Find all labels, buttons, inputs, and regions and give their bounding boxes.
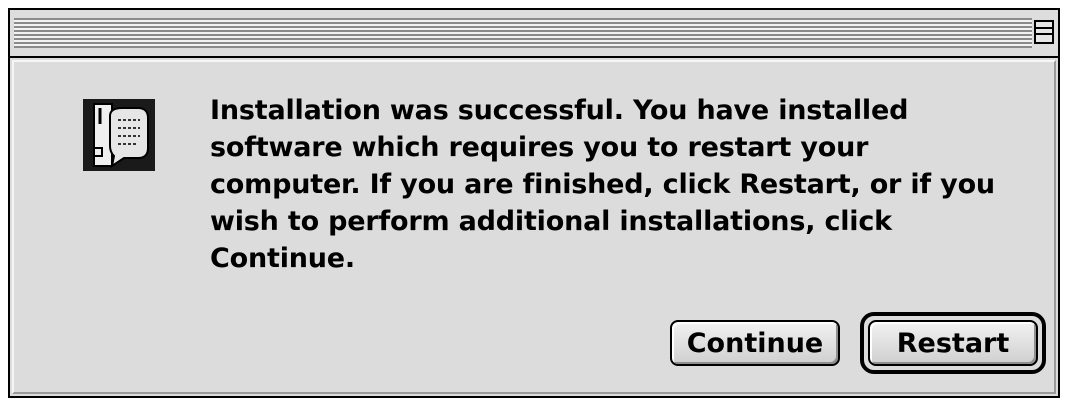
title-bar[interactable] xyxy=(10,10,1058,58)
windowshade-collapse-icon[interactable] xyxy=(1034,20,1054,44)
restart-button[interactable]: Restart xyxy=(868,320,1038,366)
alert-message: Installation was successful. You have in… xyxy=(210,92,1010,277)
alert-dialog-window: Installation was successful. You have in… xyxy=(8,8,1060,398)
alert-message-line: Installation was successful. You have in… xyxy=(210,95,909,126)
alert-message-line: software which requires you to restart y… xyxy=(210,132,869,163)
alert-message-line: computer. If you are finished, click Res… xyxy=(210,169,995,200)
alert-message-line: Continue. xyxy=(210,243,355,274)
installer-note-icon xyxy=(80,96,158,174)
dialog-content: Installation was successful. You have in… xyxy=(10,58,1058,396)
alert-message-line: wish to perform additional installations… xyxy=(210,206,892,237)
continue-button[interactable]: Continue xyxy=(670,320,840,366)
continue-button-label: Continue xyxy=(686,327,824,359)
title-bar-stripes[interactable] xyxy=(14,18,1032,48)
restart-button-label: Restart xyxy=(896,327,1010,359)
